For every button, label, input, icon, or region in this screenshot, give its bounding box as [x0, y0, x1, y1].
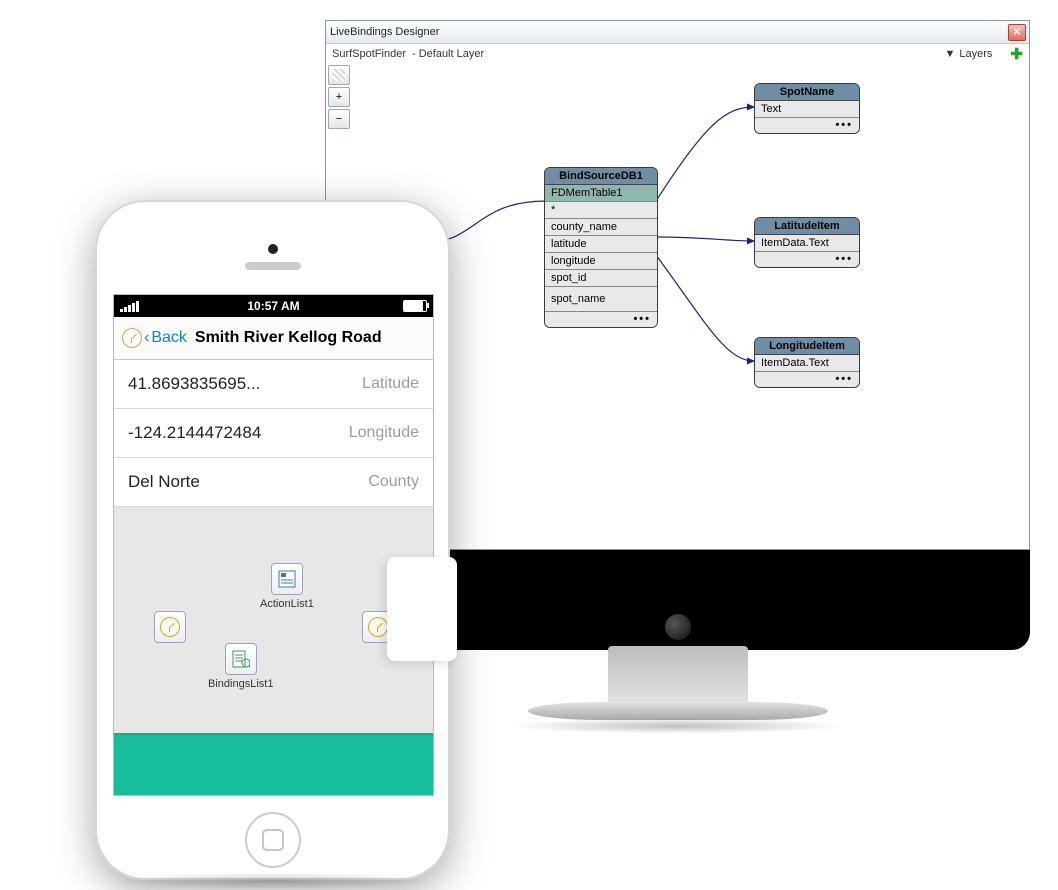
iphone-screen: 10:57 AM ‹ Back Smith River Kellog Road …	[113, 294, 434, 796]
list-item-latitude[interactable]: 41.8693835695... Latitude	[114, 360, 433, 409]
back-label: Back	[151, 329, 187, 347]
bottom-bar[interactable]	[114, 733, 433, 795]
node-menu-icon[interactable]: •••	[545, 312, 657, 327]
form-design-area[interactable]: ActionList1 BindingsList1	[114, 511, 433, 727]
node-longitudeitem[interactable]: LongitudeItem ItemData.Text •••	[754, 337, 860, 388]
list-item-longitude[interactable]: -124.2144472484 Longitude	[114, 409, 433, 458]
node-spotname[interactable]: SpotName Text •••	[754, 83, 860, 134]
node-field[interactable]: spot_name	[545, 287, 657, 312]
node-bindsourcedb1[interactable]: BindSourceDB1 FDMemTable1 * county_name …	[544, 167, 658, 328]
component-actionlist[interactable]: ActionList1	[260, 563, 314, 610]
floating-panel[interactable]	[387, 557, 457, 661]
zoom-out-button[interactable]: −	[328, 109, 350, 129]
page-title: Smith River Kellog Road	[195, 329, 382, 347]
node-field-primary[interactable]: FDMemTable1	[545, 185, 657, 202]
chevron-left-icon: ‹	[144, 329, 149, 347]
designer-titlebar[interactable]: LiveBindings Designer ✕	[326, 21, 1029, 44]
list-value: Del Norte	[128, 472, 200, 492]
component-timer-left[interactable]	[154, 611, 186, 643]
status-bar: 10:57 AM	[114, 295, 433, 317]
list-value: -124.2144472484	[128, 423, 261, 443]
node-header: BindSourceDB1	[545, 168, 657, 185]
battery-icon	[403, 300, 427, 312]
grid-toggle-button[interactable]	[328, 65, 350, 85]
actionlist-icon	[271, 563, 303, 595]
list-value: 41.8693835695...	[128, 374, 260, 394]
status-clock: 10:57 AM	[247, 299, 299, 313]
designer-subtitle-bar: SurfSpotFinder - Default Layer ▼ Layers …	[326, 44, 1029, 65]
node-field[interactable]: latitude	[545, 236, 657, 253]
list-label: Latitude	[362, 375, 419, 393]
iphone-frame: 10:57 AM ‹ Back Smith River Kellog Road …	[95, 200, 450, 880]
node-menu-icon[interactable]: •••	[755, 118, 859, 133]
clock-icon	[368, 617, 388, 637]
zoom-in-button[interactable]: +	[328, 87, 350, 107]
component-label: ActionList1	[260, 598, 314, 610]
layers-dropdown[interactable]: ▼ Layers	[945, 48, 993, 60]
node-field[interactable]: county_name	[545, 219, 657, 236]
detail-list: 41.8693835695... Latitude -124.214447248…	[114, 360, 433, 507]
bindingslist-icon	[225, 643, 257, 675]
clock-icon	[160, 617, 180, 637]
node-field[interactable]: *	[545, 202, 657, 219]
chevron-down-icon: ▼	[945, 48, 956, 60]
node-field[interactable]: spot_id	[545, 270, 657, 287]
monitor-logo	[665, 614, 691, 640]
node-header: SpotName	[755, 84, 859, 101]
canvas-toolbar: + −	[328, 65, 350, 129]
monitor-shadow	[508, 718, 848, 734]
project-name: SurfSpotFinder	[332, 48, 406, 60]
layers-label: Layers	[959, 48, 992, 60]
node-menu-icon[interactable]: •••	[755, 252, 859, 267]
add-icon[interactable]: ✚	[1010, 45, 1023, 63]
layer-name: - Default Layer	[412, 48, 484, 60]
monitor-stand	[608, 646, 748, 708]
node-field[interactable]: Text	[755, 101, 859, 118]
clock-icon	[122, 328, 142, 348]
list-label: County	[368, 473, 419, 491]
signal-icon	[120, 301, 139, 312]
node-field[interactable]: ItemData.Text	[755, 355, 859, 372]
speaker-icon	[245, 262, 301, 270]
grid-icon	[333, 69, 345, 81]
node-header: LongitudeItem	[755, 338, 859, 355]
camera-icon	[268, 244, 278, 254]
close-icon[interactable]: ✕	[1008, 24, 1026, 41]
node-menu-icon[interactable]: •••	[755, 372, 859, 387]
back-button[interactable]: ‹ Back	[144, 329, 187, 347]
list-label: Longitude	[349, 424, 419, 442]
home-button[interactable]	[245, 812, 301, 868]
iphone-sensors	[245, 244, 301, 270]
iphone-shadow	[112, 872, 432, 890]
designer-title: LiveBindings Designer	[330, 26, 439, 38]
node-field[interactable]: ItemData.Text	[755, 235, 859, 252]
node-field[interactable]: longitude	[545, 253, 657, 270]
component-label: BindingsList1	[208, 678, 273, 690]
list-item-county[interactable]: Del Norte County	[114, 458, 433, 507]
component-bindingslist[interactable]: BindingsList1	[208, 643, 273, 690]
nav-bar: ‹ Back Smith River Kellog Road	[114, 317, 433, 360]
node-header: LatitudeItem	[755, 218, 859, 235]
node-latitudeitem[interactable]: LatitudeItem ItemData.Text •••	[754, 217, 860, 268]
